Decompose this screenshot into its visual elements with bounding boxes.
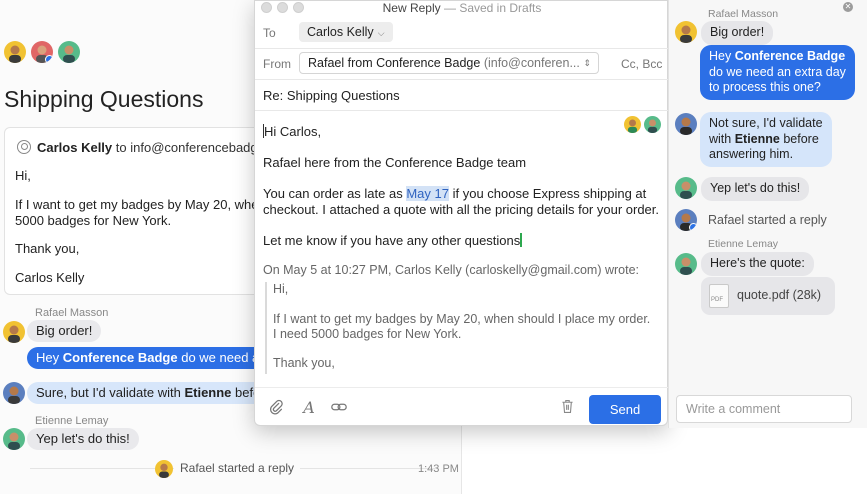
avatar-rafael — [155, 460, 173, 478]
window-title: New Reply — Saved in Drafts — [382, 1, 542, 15]
avatar-etienne[interactable] — [58, 41, 80, 63]
body-line: Let me know if you have any other questi… — [263, 233, 522, 248]
trash-icon[interactable] — [557, 398, 577, 418]
body-line: You can order as late as May 17 if you c… — [263, 186, 647, 201]
presence-dot — [689, 223, 697, 231]
chat-author: Rafael Masson — [35, 307, 109, 319]
chat-bubble: Not sure, I'd validate with Etienne befo… — [700, 112, 832, 167]
typing-indicator: Rafael started a reply — [174, 461, 301, 475]
quote-line: Thank you, — [273, 356, 335, 370]
chat-bubble: Here's the quote: — [701, 252, 814, 276]
pdf-file-icon — [709, 284, 729, 308]
email-recipient: to info@conferencebadge — [115, 140, 265, 155]
compose-window: New Reply — Saved in Drafts To Carlos Ke… — [254, 0, 669, 427]
body-line: Hi Carlos, — [263, 124, 322, 139]
to-label: To — [263, 26, 276, 40]
highlighted-date: May 17 — [406, 186, 449, 201]
send-button[interactable]: Send — [589, 395, 661, 424]
chat-bubble: Yep let's do this! — [27, 428, 139, 450]
subject-row: Re: Shipping Questions — [255, 80, 669, 111]
from-select[interactable]: Rafael from Conference Badge (info@confe… — [299, 52, 599, 74]
email-line: 5000 badges for New York. — [15, 213, 172, 228]
timestamp: 1:43 PM — [418, 463, 459, 475]
chat-bubble: Big order! — [27, 320, 102, 342]
compose-toolbar: A Send — [255, 387, 669, 427]
avatar-etienne — [3, 428, 25, 450]
avatar-rafael — [3, 382, 25, 404]
quote-line: If I want to get my badges by May 20, wh… — [273, 312, 651, 326]
cc-bcc-button[interactable]: Cc, Bcc — [621, 57, 662, 71]
typing-indicator: Rafael started a reply — [708, 213, 827, 227]
chat-panel: ✕ Rafael Masson Big order! Hey Conferenc… — [668, 0, 867, 428]
chat-bubble: Big order! — [701, 21, 774, 45]
chat-bubble: Sure, but I'd validate with Etienne befo — [27, 382, 270, 404]
quote-line: I need 5000 badges for New York. — [273, 327, 462, 341]
attachment-name: quote.pdf (28k) — [737, 288, 822, 302]
presence-dot — [45, 55, 53, 63]
conversation-title: Shipping Questions — [4, 86, 204, 112]
avatar-rafael — [675, 113, 697, 135]
collaborator-cursor — [520, 233, 522, 247]
to-row: To Carlos Kelly ⌵ — [255, 18, 669, 49]
email-line: Carlos Kelly — [15, 270, 85, 285]
chat-bubble: Hey Conference Badge do we need an extra… — [700, 45, 855, 100]
avatar-etienne — [644, 116, 661, 133]
from-label: From — [263, 57, 291, 71]
quote-line: Hi, — [273, 282, 289, 296]
avatar-rafael — [675, 209, 697, 231]
chat-bubble: Hey Conference Badge do we need an — [27, 347, 276, 369]
email-line: Thank you, — [15, 241, 80, 256]
chat-author: Etienne Lemay — [708, 238, 779, 250]
email-sender: Carlos Kelly — [37, 140, 113, 155]
from-row: From Rafael from Conference Badge (info@… — [255, 49, 669, 80]
chat-author: Rafael Masson — [708, 8, 779, 20]
avatar-rafael — [624, 116, 641, 133]
email-header: Carlos Kelly to info@conferencebadge — [17, 140, 265, 155]
body-line: Rafael here from the Conference Badge te… — [263, 155, 527, 170]
avatar-etienne — [675, 177, 697, 199]
avatar-rafael — [675, 21, 697, 43]
attachment-chip[interactable]: quote.pdf (28k) — [701, 277, 835, 315]
close-icon[interactable]: ✕ — [843, 2, 853, 12]
avatar-carlos[interactable] — [31, 41, 53, 63]
avatar-rafael[interactable] — [4, 41, 26, 63]
chevron-down-icon: ⌵ — [377, 28, 385, 38]
quote-bar — [265, 282, 267, 374]
avatar-etienne — [675, 253, 697, 275]
quote-header: On May 5 at 10:27 PM, Carlos Kelly (carl… — [263, 263, 640, 277]
attach-icon[interactable] — [266, 398, 286, 418]
format-text-icon[interactable]: A — [299, 398, 319, 418]
recipient-chip[interactable]: Carlos Kelly ⌵ — [299, 22, 393, 42]
comment-input[interactable] — [676, 395, 852, 423]
link-icon[interactable] — [329, 398, 349, 418]
email-line: Hi, — [15, 168, 31, 183]
email-line: If I want to get my badges by May 20, wh… — [15, 197, 266, 212]
chat-author: Etienne Lemay — [35, 415, 109, 427]
body-line: checkout. I attached a quote with all th… — [263, 202, 660, 217]
chat-bubble: Yep let's do this! — [701, 177, 810, 201]
updown-arrows-icon: ⇕ — [583, 58, 591, 68]
person-icon — [17, 140, 31, 154]
subject-field[interactable]: Re: Shipping Questions — [263, 88, 400, 103]
avatar-rafael — [3, 321, 25, 343]
